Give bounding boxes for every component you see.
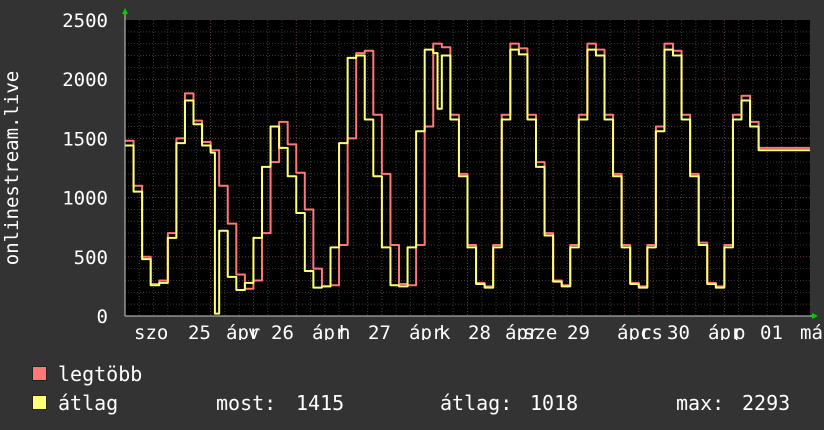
- y-tick-label: 1000: [62, 188, 108, 210]
- x-tick-label: sze: [523, 322, 557, 340]
- y-tick-label: 1500: [62, 128, 108, 150]
- x-ticks: szo 25 áprv 26 áprh 27 áprk 28 áprsze 29 áprcs 30 áp…: [134, 322, 823, 340]
- stat-avg-label: átlag:: [440, 391, 513, 415]
- stat-now-value: 1415: [296, 391, 345, 415]
- x-tick-label: p: [734, 322, 745, 340]
- y-ticks: 0 500 1000 1500 2000 2500: [62, 10, 108, 328]
- y-axis-arrow-icon: [122, 8, 128, 14]
- legend-avg-swatch: [32, 395, 47, 410]
- x-tick-label: 26: [271, 322, 294, 340]
- y-tick-label: 2500: [62, 10, 108, 32]
- x-axis-arrow-icon: [812, 313, 818, 319]
- y-axis-label: onlinestream.live: [1, 71, 23, 265]
- x-tick-label: 29: [567, 322, 590, 340]
- x-tick-label: cs: [640, 322, 663, 340]
- x-tick-label: v: [248, 322, 259, 340]
- y-tick-label: 500: [74, 247, 108, 269]
- legend-max-label: legtöbb: [58, 362, 143, 386]
- x-tick-label: má: [800, 322, 823, 340]
- x-tick-label: k: [439, 322, 451, 340]
- stat-max-label: max:: [676, 391, 725, 415]
- stat-max-value: 2293: [742, 391, 791, 415]
- legend-avg-label: átlag: [58, 391, 119, 415]
- y-tick-label: 2000: [62, 69, 108, 91]
- chart: 05001000150020002500 szo 25 áprv 26 áprh 27 áp…: [1, 8, 823, 340]
- stat-avg-value: 1018: [530, 391, 579, 415]
- x-tick-label: 25: [188, 322, 211, 340]
- x-tick-label: 27: [368, 322, 391, 340]
- y-tick-label: 0: [97, 306, 108, 328]
- x-tick-label: 28: [468, 322, 491, 340]
- x-tick-label: h: [339, 322, 350, 340]
- legend-max-swatch: [32, 366, 47, 381]
- x-tick-label: 01: [760, 322, 783, 340]
- stat-now-label: most:: [216, 391, 277, 415]
- x-tick-label: 30: [667, 322, 690, 340]
- x-tick-label: szo: [134, 322, 168, 340]
